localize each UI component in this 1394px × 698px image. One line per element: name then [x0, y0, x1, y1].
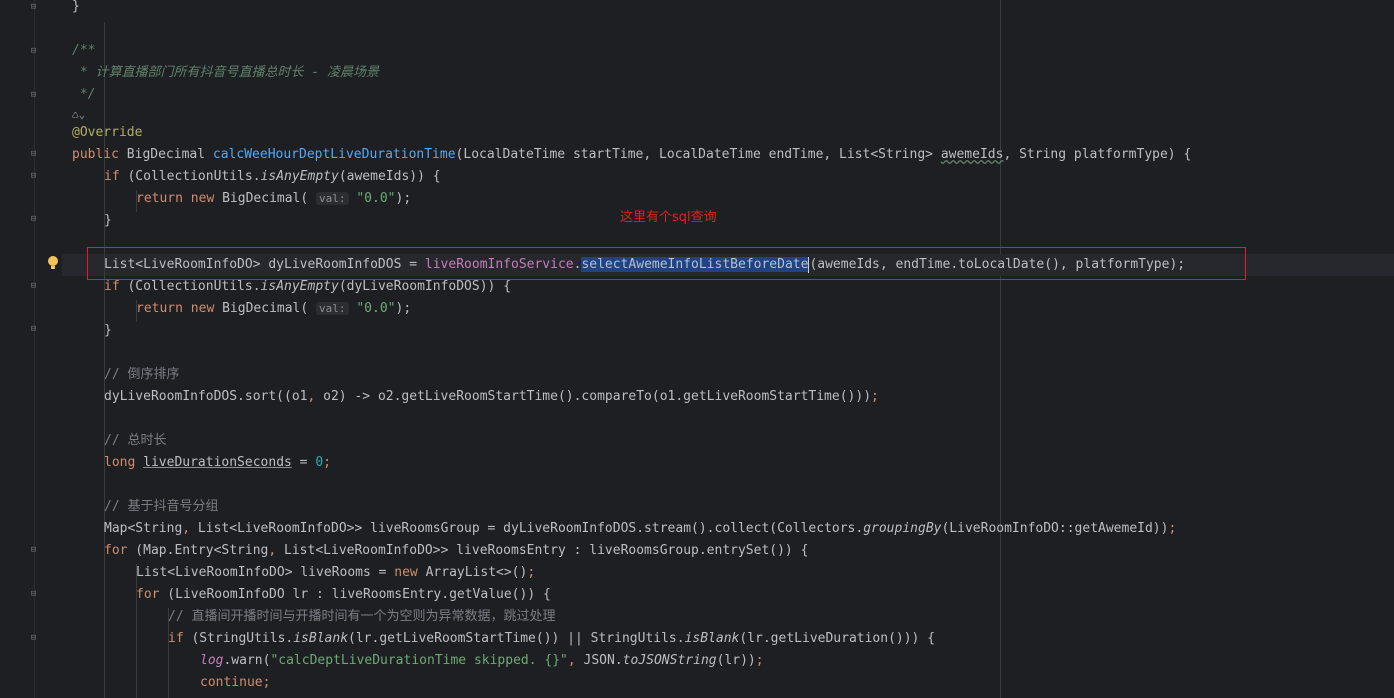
code-line[interactable]: }: [72, 0, 80, 18]
code-line[interactable]: Map<String, List<LiveRoomInfoDO>> liveRo…: [104, 518, 1176, 540]
annotation-text: 这里有个sql查询: [620, 210, 717, 225]
code-line[interactable]: }: [104, 320, 112, 342]
fold-icon[interactable]: ⊟: [29, 3, 38, 12]
fold-icon[interactable]: ⊟: [29, 590, 38, 599]
fold-icon[interactable]: ⊟: [29, 325, 38, 334]
fold-icon[interactable]: ⊟: [29, 282, 38, 291]
code-line[interactable]: /**: [72, 40, 95, 62]
code-line[interactable]: log.warn("calcDeptLiveDurationTime skipp…: [200, 650, 764, 672]
fold-icon[interactable]: ⊟: [29, 150, 38, 159]
code-line[interactable]: List<LiveRoomInfoDO> liveRooms = new Arr…: [136, 562, 535, 584]
code-line[interactable]: continue;: [200, 672, 270, 694]
code-line[interactable]: dyLiveRoomInfoDOS.sort((o1, o2) -> o2.ge…: [104, 386, 879, 408]
fold-icon[interactable]: ⊟: [29, 47, 38, 56]
code-line[interactable]: // 基于抖音号分组: [104, 496, 218, 518]
code-line[interactable]: }: [104, 210, 112, 232]
code-line[interactable]: for (Map.Entry<String, List<LiveRoomInfo…: [104, 540, 808, 562]
code-line[interactable]: @Override: [72, 122, 142, 144]
fold-icon[interactable]: ⊟: [29, 172, 38, 181]
code-line[interactable]: if (CollectionUtils.isAnyEmpty(awemeIds)…: [104, 166, 441, 188]
code-line[interactable]: if (StringUtils.isBlank(lr.getLiveRoomSt…: [168, 628, 935, 650]
annotation-highlight-box: [87, 247, 1246, 280]
code-line[interactable]: public BigDecimal calcWeeHourDeptLiveDur…: [72, 144, 1191, 166]
implements-icon[interactable]: ♺⌄: [72, 108, 85, 121]
code-line[interactable]: return new BigDecimal( val: "0.0");: [136, 188, 411, 210]
code-line[interactable]: for (LiveRoomInfoDO lr : liveRoomsEntry.…: [136, 584, 551, 606]
code-line[interactable]: * 计算直播部门所有抖音号直播总时长 - 凌晨场景: [72, 62, 379, 84]
code-line[interactable]: long liveDurationSeconds = 0;: [104, 452, 331, 474]
inlay-hint: val:: [316, 192, 349, 205]
fold-icon[interactable]: ⊟: [29, 546, 38, 555]
lightbulb-icon[interactable]: [47, 255, 59, 271]
code-line[interactable]: */: [72, 84, 96, 106]
code-line[interactable]: // 直播间开播时间与开播时间有一个为空则为异常数据，跳过处理: [168, 606, 555, 628]
inlay-hint: val:: [316, 302, 349, 315]
fold-icon[interactable]: ⊟: [29, 634, 38, 643]
fold-icon[interactable]: ⊟: [29, 215, 38, 224]
right-margin-guide: [1000, 0, 1001, 698]
editor-gutter[interactable]: ⊟ ⊟ ⊟ ⊟ ⊟ ⊟ ⊟ ⊟ ⊟ ⊟ ⊟: [0, 0, 62, 698]
code-editor[interactable]: ⊟ ⊟ ⊟ ⊟ ⊟ ⊟ ⊟ ⊟ ⊟ ⊟ ⊟ ♺⌄ } /** * 计算直播部门所…: [0, 0, 1394, 698]
code-line[interactable]: // 倒序排序: [104, 364, 179, 386]
code-line[interactable]: // 总时长: [104, 430, 166, 452]
fold-icon[interactable]: ⊟: [29, 91, 38, 100]
code-line[interactable]: return new BigDecimal( val: "0.0");: [136, 298, 411, 320]
